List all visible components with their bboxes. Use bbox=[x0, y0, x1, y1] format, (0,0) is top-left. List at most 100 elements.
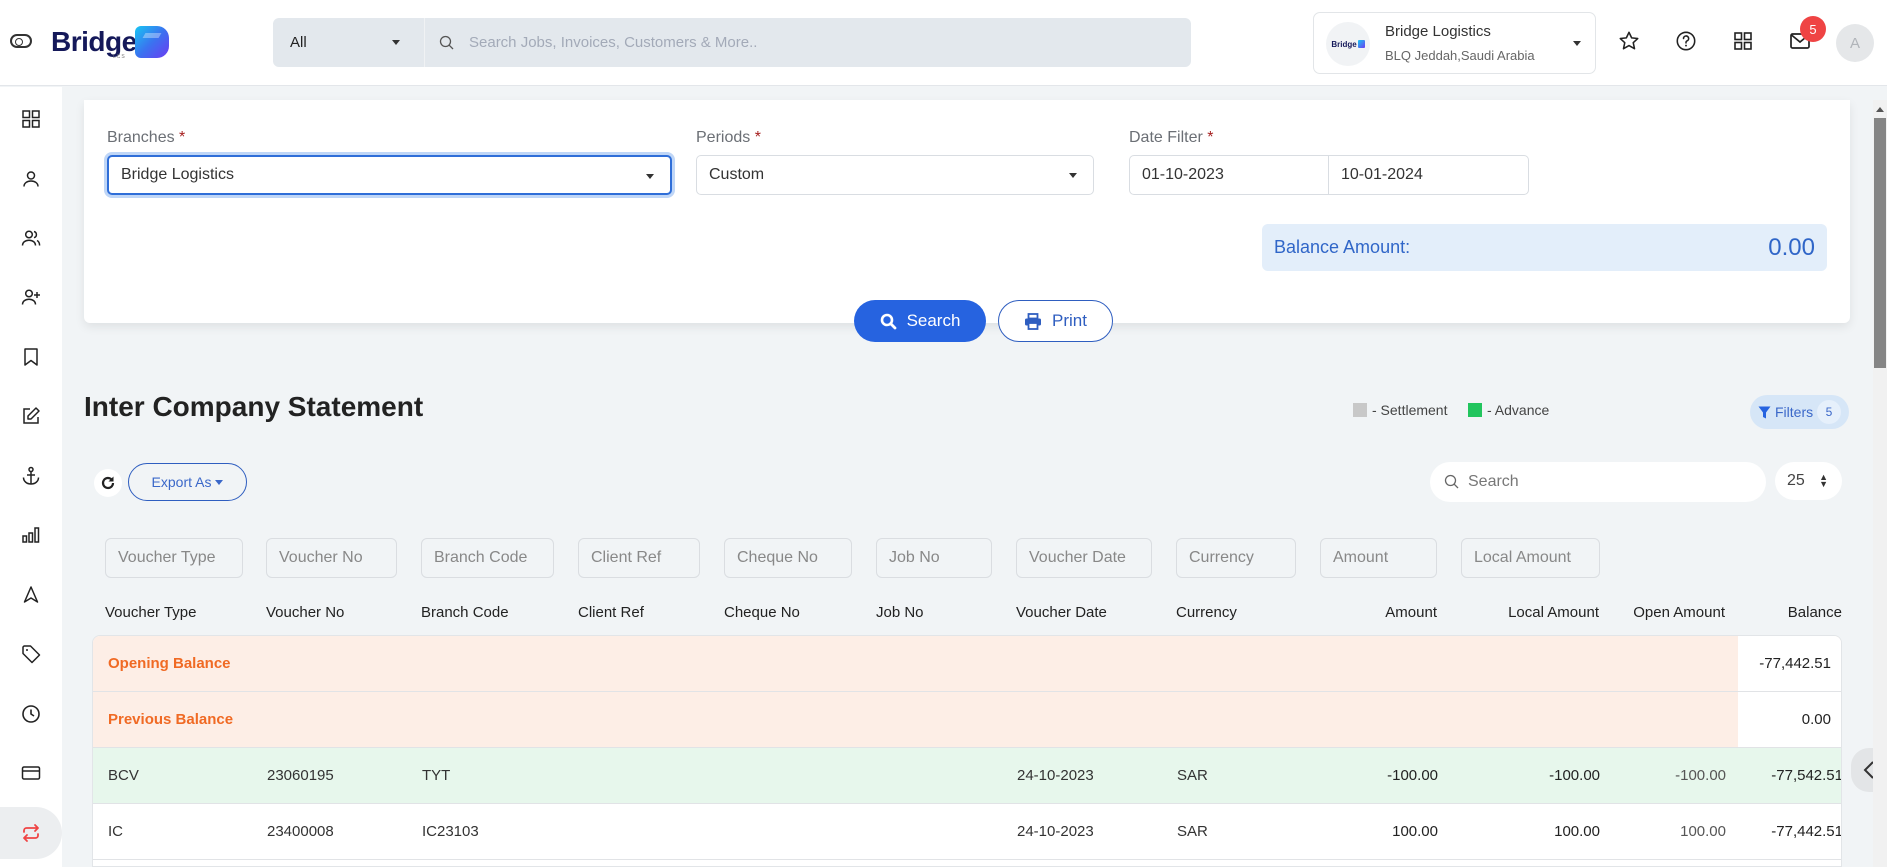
export-as-button[interactable]: Export As bbox=[128, 463, 247, 501]
filter-card: Branches * Bridge Logistics Periods * Cu… bbox=[84, 100, 1850, 323]
scroll-up-arrow-icon[interactable] bbox=[1876, 107, 1884, 112]
page-size-select[interactable]: 25 ▲ ▼ bbox=[1775, 462, 1842, 500]
sidebar-item-dashboard[interactable] bbox=[0, 93, 62, 145]
previous-balance-value: 0.00 bbox=[1801, 711, 1831, 728]
anchor-icon bbox=[22, 466, 40, 485]
date-to-input[interactable] bbox=[1329, 155, 1529, 195]
users-icon bbox=[21, 230, 41, 246]
sidebar-item-navigation[interactable] bbox=[0, 569, 62, 621]
balance-amount-value: 0.00 bbox=[1768, 233, 1815, 261]
statement-table: Opening Balance -77,442.51 Previous Bala… bbox=[92, 635, 1842, 867]
filters-button-label: Filters bbox=[1775, 404, 1814, 420]
filter-cheque-no[interactable] bbox=[724, 538, 852, 578]
search-scope-select[interactable]: All bbox=[273, 18, 425, 67]
date-from-input[interactable] bbox=[1129, 155, 1329, 195]
sidebar-item-add-user[interactable] bbox=[0, 271, 62, 323]
sidebar-item-payments[interactable] bbox=[0, 747, 62, 799]
sidebar-item-user[interactable] bbox=[0, 153, 62, 205]
sidebar-item-edit[interactable] bbox=[0, 390, 62, 442]
column-header-job-no[interactable]: Job No bbox=[876, 604, 924, 621]
company-switcher[interactable]: Bridge Bridge Logistics BLQ Jeddah,Saudi… bbox=[1313, 12, 1596, 74]
periods-select[interactable]: Custom bbox=[696, 155, 1094, 195]
top-bar: Bridge LCS All Bridge Bridge Logistics B… bbox=[0, 0, 1887, 86]
column-header-cheque-no[interactable]: Cheque No bbox=[724, 604, 800, 621]
refresh-icon bbox=[101, 476, 115, 490]
legend-swatch bbox=[1353, 403, 1367, 417]
periods-label: Periods * bbox=[696, 129, 761, 146]
date-filter-label: Date Filter * bbox=[1129, 129, 1214, 146]
app-logo[interactable]: Bridge LCS bbox=[51, 24, 169, 60]
filter-local-amount[interactable] bbox=[1461, 538, 1600, 578]
search-button-label: Search bbox=[906, 311, 961, 330]
balance-amount-label: Balance Amount: bbox=[1274, 237, 1411, 257]
edit-icon bbox=[23, 407, 40, 424]
column-header-currency[interactable]: Currency bbox=[1176, 604, 1237, 621]
column-header-client-ref[interactable]: Client Ref bbox=[578, 604, 644, 621]
legend-settlement: - Settlement bbox=[1353, 402, 1447, 418]
cell-currency: SAR bbox=[1177, 823, 1208, 840]
filter-job-no[interactable] bbox=[876, 538, 992, 578]
chevron-down-icon bbox=[1573, 41, 1581, 46]
page-title: Inter Company Statement bbox=[84, 391, 424, 422]
filters-button[interactable]: Filters 5 bbox=[1750, 395, 1849, 429]
notification-badge: 5 bbox=[1800, 16, 1826, 42]
print-button[interactable]: Print bbox=[998, 300, 1113, 342]
filter-voucher-date[interactable] bbox=[1016, 538, 1152, 578]
column-header-branch-code[interactable]: Branch Code bbox=[421, 604, 509, 621]
search-icon bbox=[1444, 474, 1459, 489]
filter-voucher-type[interactable] bbox=[105, 538, 243, 578]
star-icon[interactable] bbox=[1615, 27, 1643, 55]
sidebar-item-reports[interactable] bbox=[0, 509, 62, 561]
column-header-voucher-type[interactable]: Voucher Type bbox=[105, 604, 196, 621]
cell-amount: -100.00 bbox=[1387, 767, 1438, 784]
table-search-input[interactable] bbox=[1468, 473, 1748, 491]
user-icon bbox=[23, 171, 39, 187]
previous-balance-label: Previous Balance bbox=[108, 711, 234, 728]
filter-currency[interactable] bbox=[1176, 538, 1296, 578]
column-header-balance[interactable]: Balance bbox=[1788, 604, 1842, 621]
cell-amount: 100.00 bbox=[1392, 823, 1438, 840]
page-size-value: 25 bbox=[1787, 472, 1805, 489]
column-header-amount[interactable]: Amount bbox=[1385, 604, 1437, 621]
sidebar-item-anchor[interactable] bbox=[0, 450, 62, 502]
filter-branch-code[interactable] bbox=[421, 538, 554, 578]
column-header-local-amount[interactable]: Local Amount bbox=[1508, 604, 1599, 621]
search-button[interactable]: Search bbox=[854, 300, 986, 342]
bar-chart-icon bbox=[22, 527, 40, 543]
column-header-voucher-date[interactable]: Voucher Date bbox=[1016, 604, 1107, 621]
branches-label: Branches * bbox=[107, 129, 186, 146]
filters-count-badge: 5 bbox=[1817, 400, 1841, 424]
apps-grid-icon[interactable] bbox=[1729, 27, 1757, 55]
sidebar-toggle-icon[interactable] bbox=[10, 34, 32, 48]
global-search-input[interactable] bbox=[461, 18, 1191, 67]
column-header-open-amount[interactable]: Open Amount bbox=[1633, 604, 1725, 621]
search-icon bbox=[880, 313, 896, 329]
sidebar-item-users[interactable] bbox=[0, 212, 62, 264]
chevron-down-icon bbox=[646, 174, 654, 179]
sidebar-item-inter-company[interactable] bbox=[0, 807, 62, 859]
cell-local-amount: 100.00 bbox=[1554, 823, 1600, 840]
chevron-down-icon bbox=[215, 479, 224, 485]
scrollbar-thumb[interactable] bbox=[1874, 118, 1886, 368]
sidebar-item-history[interactable] bbox=[0, 688, 62, 740]
user-avatar[interactable]: A bbox=[1836, 24, 1874, 62]
table-row[interactable]: BCV 23060195 TYT 24-10-2023 SAR -100.00 … bbox=[93, 748, 1841, 804]
cell-balance: -77,442.51 bbox=[1771, 823, 1842, 840]
filter-voucher-no[interactable] bbox=[266, 538, 397, 578]
sidebar-item-tag[interactable] bbox=[0, 628, 62, 680]
filter-amount[interactable] bbox=[1320, 538, 1437, 578]
cell-currency: SAR bbox=[1177, 767, 1208, 784]
cell-open-amount: 100.00 bbox=[1680, 823, 1726, 840]
refresh-button[interactable] bbox=[94, 469, 122, 497]
page-scrollbar[interactable] bbox=[1873, 100, 1887, 867]
previous-balance-row: Previous Balance 0.00 bbox=[93, 692, 1841, 748]
balance-amount-box: Balance Amount: 0.00 bbox=[1262, 224, 1827, 271]
sidebar-item-bookmark[interactable] bbox=[0, 331, 62, 383]
filter-client-ref[interactable] bbox=[578, 538, 700, 578]
column-header-voucher-no[interactable]: Voucher No bbox=[266, 604, 344, 621]
export-as-label: Export As bbox=[151, 474, 212, 490]
periods-value: Custom bbox=[709, 166, 765, 183]
table-row[interactable]: IC 23400008 IC23103 24-10-2023 SAR 100.0… bbox=[93, 804, 1842, 860]
branches-select[interactable]: Bridge Logistics bbox=[107, 155, 672, 195]
help-icon[interactable] bbox=[1672, 27, 1700, 55]
